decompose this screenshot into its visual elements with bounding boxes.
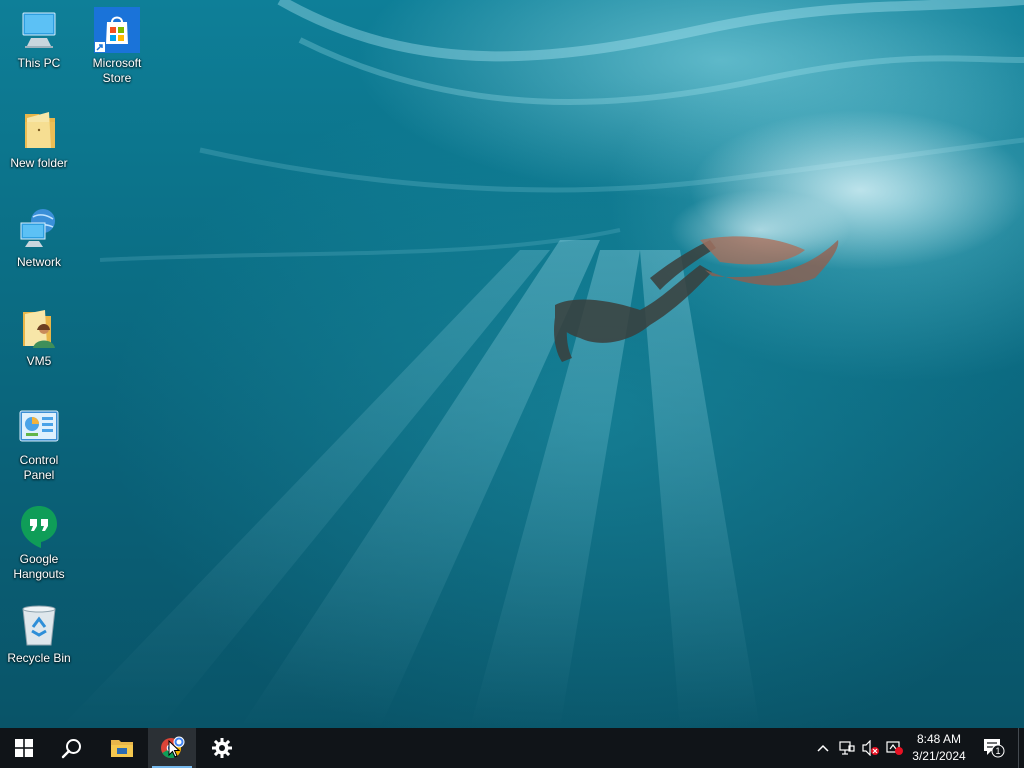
start-button[interactable]: [0, 728, 48, 768]
control-panel-icon: [17, 405, 61, 449]
desktop-icon-label: Control Panel: [19, 453, 59, 482]
mouse-cursor-icon: [168, 740, 180, 758]
chevron-up-icon: [817, 744, 829, 752]
taskbar-clock[interactable]: 8:48 AM 3/21/2024: [904, 731, 974, 765]
desktop-wallpaper: [0, 0, 1024, 728]
search-icon: [61, 739, 81, 759]
desktop-icon-label: VM5: [26, 354, 52, 368]
network-status-button[interactable]: [839, 740, 855, 756]
show-hidden-icons-button[interactable]: [815, 740, 831, 756]
taskbar: 8:48 AM 3/21/2024 1: [0, 728, 1024, 768]
desktop-icon-new-folder[interactable]: New folder: [1, 108, 77, 171]
clock-date: 3/21/2024: [912, 749, 966, 763]
recycle-bin-icon: [17, 603, 61, 647]
gear-icon: [212, 738, 232, 758]
notification-count-badge: 1: [995, 746, 1001, 756]
folder-icon: [111, 740, 133, 757]
network-wired-icon: [839, 741, 855, 755]
taskbar-google-chrome[interactable]: [148, 728, 196, 768]
user-folder-icon: [17, 306, 61, 350]
volume-button[interactable]: [862, 739, 879, 757]
taskbar-settings[interactable]: [198, 728, 246, 768]
clock-time: 8:48 AM: [916, 732, 962, 746]
network-icon: [17, 207, 61, 251]
hangouts-icon: [17, 504, 61, 548]
desktop-icon-label: This PC: [17, 56, 61, 70]
desktop-icon-network[interactable]: Network: [1, 207, 77, 270]
wallpaper-art: [60, 0, 1024, 728]
desktop-icon-recycle-bin[interactable]: Recycle Bin: [1, 603, 77, 666]
search-button[interactable]: [48, 728, 96, 768]
microsoft-store-icon: [94, 7, 140, 53]
folder-icon: [17, 108, 61, 152]
desktop-icon-this-pc[interactable]: This PC: [1, 8, 77, 71]
desktop-icon-label: Network: [16, 255, 61, 269]
taskbar-file-explorer[interactable]: [98, 728, 146, 768]
computer-icon: [17, 8, 61, 52]
desktop-icon-vm5[interactable]: VM5: [1, 306, 77, 369]
action-center-button[interactable]: 1: [983, 738, 1005, 758]
desktop-icon-label: Recycle Bin: [7, 651, 71, 665]
desktop-icon-control-panel[interactable]: Control Panel: [1, 405, 77, 483]
desktop-icon-label: Microsoft Store: [92, 56, 142, 85]
shield-alert-icon: [886, 741, 903, 755]
desktop-icon-google-hangouts[interactable]: Google Hangouts: [1, 504, 77, 582]
security-status-button[interactable]: [886, 740, 903, 756]
windows-logo-icon: [15, 739, 33, 757]
show-desktop-button[interactable]: [1018, 728, 1024, 768]
desktop-icon-microsoft-store[interactable]: Microsoft Store: [79, 7, 155, 86]
desktop-icon-label: Google Hangouts: [13, 552, 65, 581]
desktop-icon-label: New folder: [10, 156, 68, 170]
speaker-muted-icon: [862, 739, 879, 757]
